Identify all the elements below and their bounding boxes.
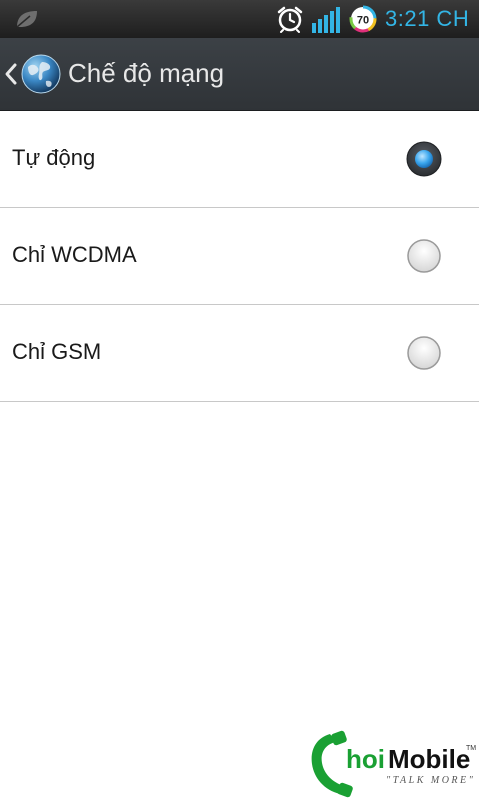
clock-time: 3:21 CH xyxy=(385,6,470,31)
chevron-left-icon[interactable] xyxy=(4,62,18,86)
watermark-brand: Mobile xyxy=(388,744,470,774)
watermark-trademark: TM xyxy=(466,745,476,752)
action-bar: Chế độ mạng xyxy=(0,38,479,111)
option-gsm-only[interactable]: Chỉ GSM xyxy=(0,305,479,402)
option-label: Chỉ GSM xyxy=(12,339,102,364)
page-title: Chế độ mạng xyxy=(68,58,225,88)
watermark-tagline: "TALK MORE" xyxy=(386,775,475,786)
alarm-clock-icon xyxy=(277,6,303,33)
choimobile-watermark-logo: hoi Mobile TM "TALK MORE" xyxy=(311,730,476,798)
radio-unselected-icon[interactable] xyxy=(406,335,442,371)
radio-unselected-icon[interactable] xyxy=(406,238,442,274)
leaf-icon xyxy=(16,11,37,28)
signal-strength-icon xyxy=(312,7,340,33)
watermark-prefix: hoi xyxy=(346,744,385,774)
option-label: Chỉ WCDMA xyxy=(12,242,137,267)
option-wcdma-only[interactable]: Chỉ WCDMA xyxy=(0,208,479,305)
option-label: Tự động xyxy=(12,145,96,170)
radio-selected-icon[interactable] xyxy=(406,141,442,177)
status-bar: 70 3:21 CH xyxy=(0,0,479,38)
network-mode-list: Tự động Chỉ WCDMA Chỉ GSM xyxy=(0,111,479,402)
option-auto[interactable]: Tự động xyxy=(0,111,479,208)
battery-level: 70 xyxy=(357,15,369,27)
globe-icon[interactable] xyxy=(20,53,62,95)
battery-icon: 70 xyxy=(349,5,377,33)
